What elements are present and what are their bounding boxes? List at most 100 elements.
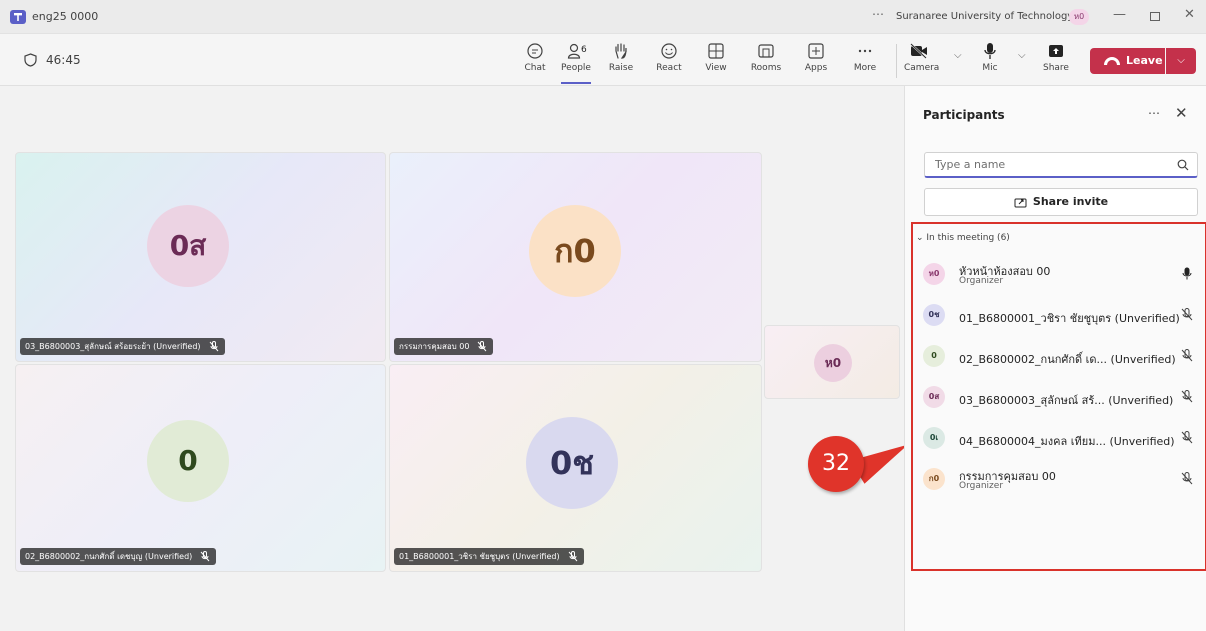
mic-muted-icon xyxy=(1181,431,1193,444)
mic-icon xyxy=(984,43,996,59)
leave-options-chevron-icon[interactable]: ⌵ xyxy=(1166,48,1196,74)
participant-avatar: 0 xyxy=(923,345,945,367)
apps-button[interactable]: Apps xyxy=(797,42,835,82)
participant-name: 03_B6800003_สุลักษณ์ สร้... (Unverified) xyxy=(959,394,1174,407)
chevron-down-icon: ⌄ xyxy=(916,233,927,243)
video-tile[interactable]: 0ช 01_B6800001_วชิรา ชัยชูบุตร (Unverifi… xyxy=(389,364,762,572)
participant-row[interactable]: 0เ 04_B6800004_มงคล เทียม... (Unverified… xyxy=(923,421,1201,453)
view-label: View xyxy=(705,63,727,73)
chat-label: Chat xyxy=(524,63,546,73)
close-window-icon[interactable]: ✕ xyxy=(1184,7,1195,22)
participant-avatar: 0ส xyxy=(923,386,945,408)
tile-name-text: 02_B6800002_กนกศักดิ์ เดชบุญ (Unverified… xyxy=(25,552,193,561)
share-invite-button[interactable]: Share invite xyxy=(924,188,1198,216)
participant-avatar: ก0 xyxy=(529,205,621,297)
meeting-toolbar: 46:45 Chat 6 People Raise React View Roo… xyxy=(0,34,1206,86)
leave-label: Leave xyxy=(1126,54,1163,67)
participant-name: 02_B6800002_กนกศักดิ์ เด... (Unverified) xyxy=(959,353,1176,366)
participant-avatar: ห0 xyxy=(923,263,945,285)
search-icon xyxy=(1177,159,1189,171)
participant-name: 04_B6800004_มงคล เทียม... (Unverified) xyxy=(959,435,1175,448)
participant-row[interactable]: ห0 หัวหน้าห้องสอบ 00 Organizer xyxy=(923,257,1201,289)
participant-search[interactable] xyxy=(924,152,1198,178)
camera-button[interactable]: Camera xyxy=(904,42,939,82)
mic-muted-icon xyxy=(568,551,577,562)
maximize-icon[interactable] xyxy=(1150,12,1160,21)
share-invite-label: Share invite xyxy=(1032,195,1109,208)
participants-panel: Participants ⋯ ✕ Share invite ⌄ In this … xyxy=(904,86,1206,631)
mic-muted-icon xyxy=(209,341,218,352)
tile-name-label: กรรมการคุมสอบ 00 xyxy=(394,338,494,355)
participant-name: 01_B6800001_วชิรา ชัยชูบุตร (Unverified) xyxy=(959,312,1180,325)
section-label: In this meeting (6) xyxy=(926,233,1010,243)
video-tile[interactable]: 0 02_B6800002_กนกศักดิ์ เดชบุญ (Unverifi… xyxy=(15,364,386,572)
react-icon xyxy=(661,43,677,59)
mic-muted-icon xyxy=(1181,390,1193,403)
phone-hangup-icon xyxy=(1104,57,1120,65)
panel-title: Participants xyxy=(923,108,1005,122)
video-tile-small[interactable]: ห0 xyxy=(764,325,900,399)
more-button[interactable]: More xyxy=(846,42,884,82)
view-button[interactable]: View xyxy=(697,42,735,82)
account-avatar[interactable]: ห0 xyxy=(1069,9,1089,25)
raise-hand-button[interactable]: Raise xyxy=(602,42,640,82)
participant-avatar: 0ส xyxy=(147,205,229,287)
search-input[interactable] xyxy=(935,158,1155,171)
rooms-icon xyxy=(758,44,774,58)
people-label: People xyxy=(561,63,591,73)
organization-name[interactable]: Suranaree University of Technology xyxy=(896,11,1073,22)
teams-logo-icon xyxy=(10,10,26,24)
participant-row[interactable]: 0 02_B6800002_กนกศักดิ์ เด... (Unverifie… xyxy=(923,339,1201,371)
chat-button[interactable]: Chat xyxy=(516,42,554,82)
toolbar-divider xyxy=(896,44,897,78)
rooms-label: Rooms xyxy=(750,63,782,73)
mic-muted-icon xyxy=(478,341,487,352)
apps-icon xyxy=(808,43,824,59)
in-meeting-section[interactable]: ⌄ In this meeting (6) xyxy=(916,233,1010,243)
view-grid-icon xyxy=(708,43,724,59)
more-icon xyxy=(858,49,872,53)
video-tile[interactable]: ก0 กรรมการคุมสอบ 00 xyxy=(389,152,762,362)
mic-options-chevron-icon[interactable]: ⌵ xyxy=(1018,50,1026,61)
participant-avatar: 0 xyxy=(147,420,229,502)
participant-row[interactable]: 0ส 03_B6800003_สุลักษณ์ สร้... (Unverifi… xyxy=(923,380,1201,412)
mic-muted-icon xyxy=(1181,349,1193,362)
tile-name-text: กรรมการคุมสอบ 00 xyxy=(399,342,470,351)
participant-role: Organizer xyxy=(959,276,1004,286)
mic-icon xyxy=(1182,267,1192,280)
shield-icon xyxy=(24,53,37,67)
mic-muted-icon xyxy=(1181,472,1193,485)
share-invite-icon xyxy=(1014,198,1027,208)
share-button[interactable]: Share xyxy=(1038,42,1074,82)
panel-close-icon[interactable]: ✕ xyxy=(1175,104,1188,122)
tile-name-label: 02_B6800002_กนกศักดิ์ เดชบุญ (Unverified… xyxy=(20,548,217,565)
participant-row[interactable]: ก0 กรรมการคุมสอบ 00 Organizer xyxy=(923,462,1201,494)
rooms-button[interactable]: Rooms xyxy=(747,42,785,82)
share-screen-icon xyxy=(1049,45,1063,57)
panel-more-icon[interactable]: ⋯ xyxy=(1148,106,1160,120)
more-label: More xyxy=(853,63,877,73)
participant-avatar: ห0 xyxy=(814,344,852,382)
leave-button[interactable]: Leave xyxy=(1090,48,1165,74)
chat-icon xyxy=(527,43,543,59)
window-title: eng25 0000 xyxy=(32,10,99,23)
participant-avatar: ก0 xyxy=(923,468,945,490)
camera-options-chevron-icon[interactable]: ⌵ xyxy=(954,50,962,61)
meeting-timer: 46:45 xyxy=(46,53,81,67)
share-label: Share xyxy=(1043,63,1069,73)
mic-label: Mic xyxy=(982,63,998,73)
react-button[interactable]: React xyxy=(650,42,688,82)
tile-name-label: 03_B6800003_สุลักษณ์ สร้อยระย้า (Unverif… xyxy=(20,338,225,355)
title-more-icon[interactable]: ⋯ xyxy=(872,7,885,21)
camera-off-icon xyxy=(910,43,927,59)
mic-button[interactable]: Mic xyxy=(975,42,1005,82)
minimize-icon[interactable]: — xyxy=(1113,7,1126,22)
video-tile[interactable]: 0ส 03_B6800003_สุลักษณ์ สร้อยระย้า (Unve… xyxy=(15,152,386,362)
people-button[interactable]: 6 People xyxy=(557,42,595,84)
raise-label: Raise xyxy=(608,63,634,73)
title-bar: eng25 0000 ⋯ Suranaree University of Tec… xyxy=(0,0,1206,34)
raise-hand-icon xyxy=(615,43,627,59)
participant-avatar: 0เ xyxy=(923,427,945,449)
tile-name-label: 01_B6800001_วชิรา ชัยชูบุตร (Unverified) xyxy=(394,548,584,565)
participant-row[interactable]: 0ช 01_B6800001_วชิรา ชัยชูบุตร (Unverifi… xyxy=(923,298,1201,330)
